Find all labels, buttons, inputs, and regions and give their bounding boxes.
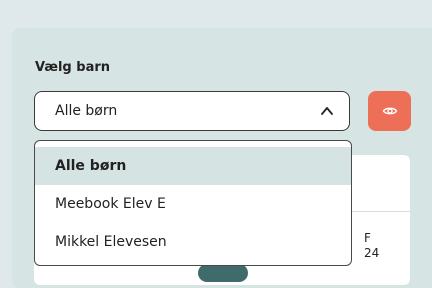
child-dropdown-menu: Alle børn Meebook Elev E Mikkel Elevesen (34, 140, 352, 266)
day-number: 24 (364, 246, 380, 260)
dropdown-option-all-children[interactable]: Alle børn (35, 147, 351, 185)
eye-icon (382, 107, 398, 115)
dropdown-option-meebook-elev-e[interactable]: Meebook Elev E (35, 185, 351, 223)
calendar-event[interactable] (198, 264, 248, 282)
child-select[interactable]: Alle børn (34, 91, 350, 131)
show-button[interactable] (368, 91, 411, 131)
dropdown-option-mikkel-elevesen[interactable]: Mikkel Elevesen (35, 223, 351, 261)
day-letter: F (364, 231, 371, 245)
select-child-label: Vælg barn (35, 60, 111, 75)
child-select-value: Alle børn (55, 103, 118, 119)
calendar-day-header: F 24 (364, 231, 379, 261)
chevron-up-icon (321, 107, 333, 115)
